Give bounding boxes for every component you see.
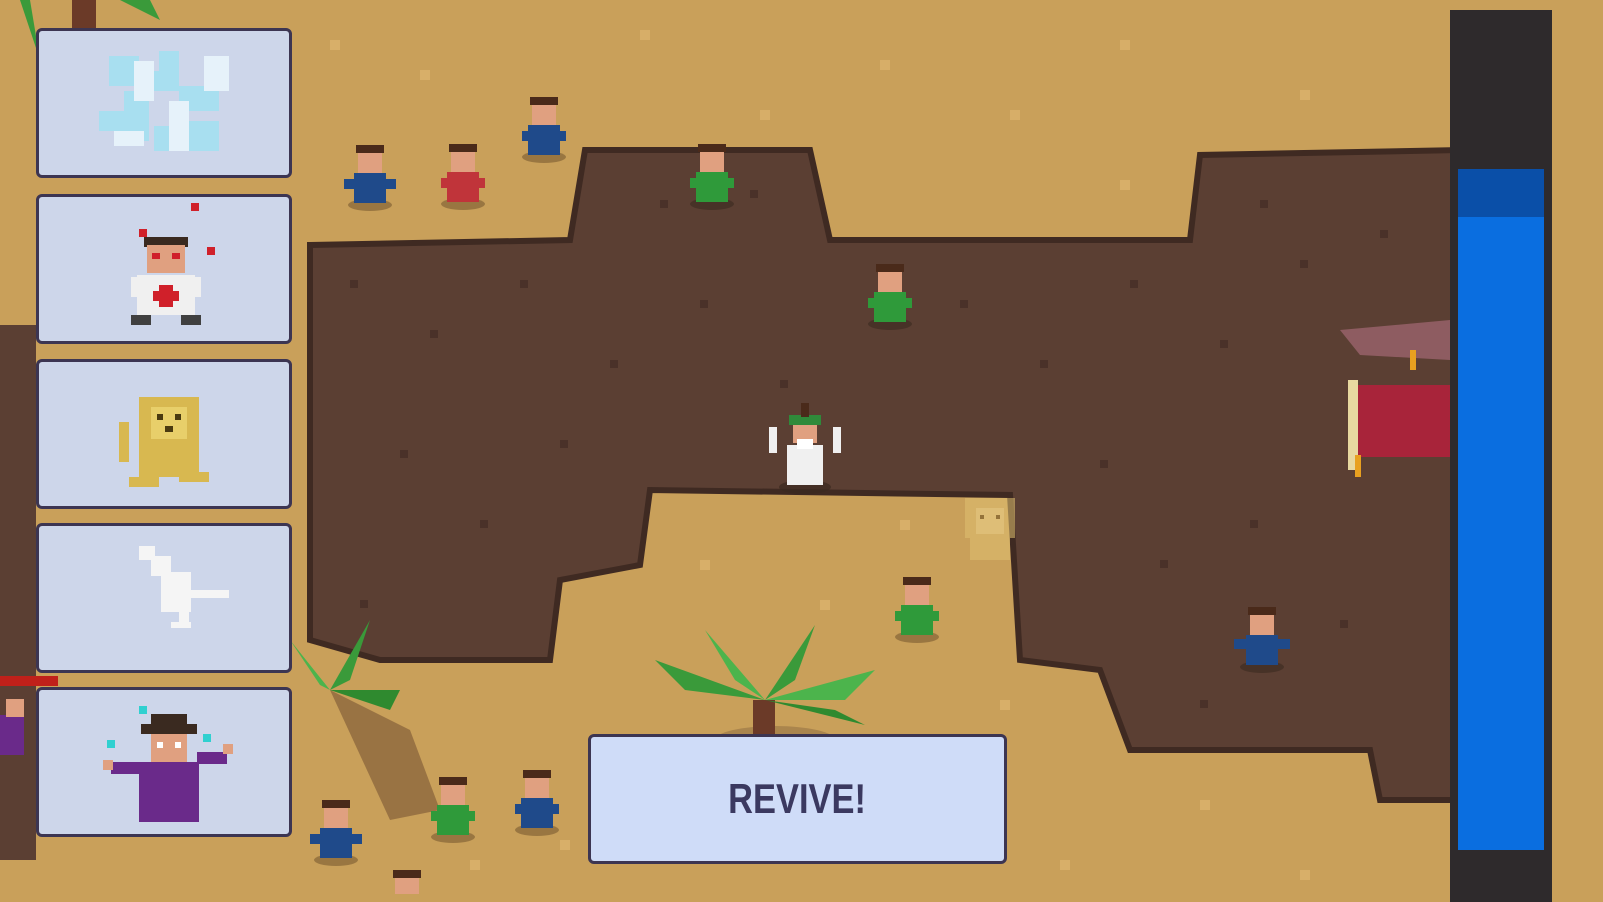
spell-card-frost[interactable] (36, 28, 292, 178)
spell-card-wizard[interactable] (36, 687, 292, 837)
ghost-lion (965, 498, 1015, 560)
mana-bar-cap (1458, 169, 1544, 217)
lion-summon-icon (119, 397, 209, 487)
health-strip (0, 676, 58, 686)
villager-partial (393, 870, 421, 894)
revive-button[interactable]: REVIVE! (588, 734, 1007, 864)
spell-card-lion[interactable] (36, 359, 292, 509)
red-carpet (1340, 320, 1450, 477)
spell-card-medic[interactable] (36, 194, 292, 344)
mana-bar-fill (1458, 169, 1544, 850)
rage-medic-icon (131, 203, 215, 325)
spell-card-dove[interactable] (36, 523, 292, 673)
dove-spell-icon (139, 546, 229, 628)
mana-bar (1450, 10, 1552, 902)
dirt-left-edge (0, 325, 36, 860)
frost-spell-icon (99, 51, 229, 151)
wizard-summon-icon (103, 706, 233, 822)
revive-button-label: REVIVE! (728, 775, 867, 822)
